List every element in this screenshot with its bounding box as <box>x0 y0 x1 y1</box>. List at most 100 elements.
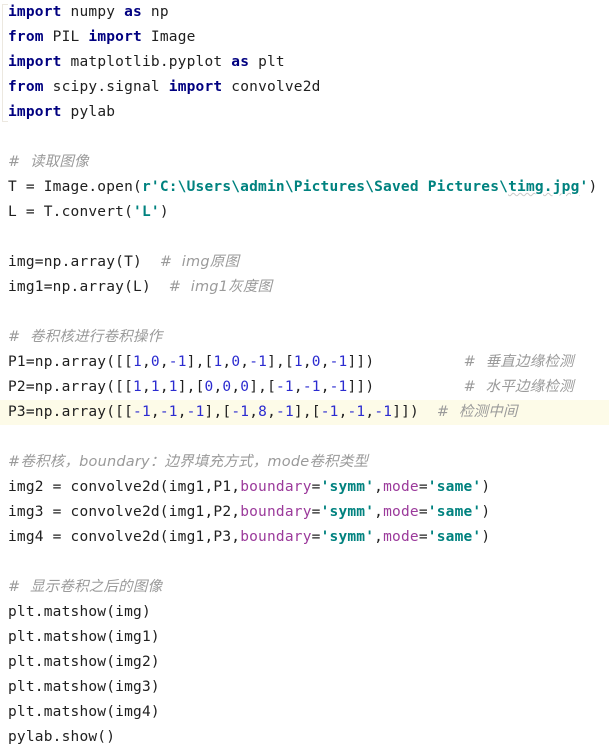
line8-path-string: r'C:\Users\admin\Pictures\Saved Pictures… <box>141 179 509 195</box>
line21-call: img3 = convolve2d(img1,P2, <box>8 504 241 520</box>
line30-code: pylab.show() <box>8 729 116 745</box>
code-line-2[interactable]: from PIL import Image <box>0 25 609 50</box>
line2-name: Image <box>141 29 196 45</box>
line17-gap <box>419 404 437 420</box>
line11-gap <box>142 254 160 270</box>
line16-code: P2=np.array([[1,1,1],[0,0,0],[-1,-1,-1]]… <box>8 379 375 395</box>
code-line-10-blank[interactable] <box>0 225 609 250</box>
code-editor[interactable]: import numpy as np from PIL import Image… <box>0 0 609 746</box>
code-line-19[interactable]: #卷积核，boundary：边界填充方式，mode卷积类型 <box>0 450 609 475</box>
comment-kernel-params: #卷积核，boundary：边界填充方式，mode卷积类型 <box>8 454 369 470</box>
line22-kwarg-boundary: boundary <box>240 529 312 545</box>
keyword-import: import <box>8 54 62 70</box>
line20-paren: ) <box>481 479 491 495</box>
keyword-import: import <box>88 29 142 45</box>
comment-convolution-kernel: # 卷积核进行卷积操作 <box>8 329 163 345</box>
line3-module: matplotlib.pyplot <box>61 54 232 70</box>
line29-code: plt.matshow(img4) <box>8 704 160 720</box>
line21-mode-value: 'same' <box>427 504 482 520</box>
line9-call: L = T.convert( <box>8 204 134 220</box>
line21-boundary-value: 'symm' <box>320 504 375 520</box>
line12-code: img1=np.array(L) <box>8 279 151 295</box>
line2-module: PIL <box>43 29 89 45</box>
line9-mode-string: 'L' <box>133 204 160 220</box>
code-line-8[interactable]: T = Image.open(r'C:\Users\admin\Pictures… <box>0 175 609 200</box>
line5-module: pylab <box>61 104 116 120</box>
keyword-import: import <box>8 4 62 20</box>
keyword-as: as <box>124 4 142 20</box>
line20-eq2: = <box>418 479 428 495</box>
code-line-14[interactable]: # 卷积核进行卷积操作 <box>0 325 609 350</box>
line27-code: plt.matshow(img2) <box>8 654 160 670</box>
line22-paren: ) <box>481 529 491 545</box>
line20-eq1: = <box>311 479 321 495</box>
code-line-6-blank[interactable] <box>0 125 609 150</box>
code-line-7[interactable]: # 读取图像 <box>0 150 609 175</box>
code-line-18-blank[interactable] <box>0 425 609 450</box>
code-line-20[interactable]: img2 = convolve2d(img1,P1,boundary='symm… <box>0 475 609 500</box>
line20-call: img2 = convolve2d(img1,P1, <box>8 479 241 495</box>
line21-kwarg-boundary: boundary <box>240 504 312 520</box>
code-line-21[interactable]: img3 = convolve2d(img1,P2,boundary='symm… <box>0 500 609 525</box>
code-line-25[interactable]: plt.matshow(img) <box>0 600 609 625</box>
code-line-30[interactable]: pylab.show() <box>0 725 609 750</box>
line26-code: plt.matshow(img1) <box>8 629 160 645</box>
line20-comma: , <box>374 479 384 495</box>
code-line-5[interactable]: import pylab <box>0 100 609 125</box>
comment-vertical-edge-detection: # 垂直边缘检测 <box>463 354 574 370</box>
keyword-from: from <box>8 29 44 45</box>
line20-kwarg-boundary: boundary <box>240 479 312 495</box>
line16-gap <box>374 379 463 395</box>
line8-call: T = Image.open( <box>8 179 142 195</box>
keyword-import: import <box>168 79 223 95</box>
line22-eq1: = <box>311 529 321 545</box>
line3-alias: plt <box>249 54 285 70</box>
code-line-17[interactable]: P3=np.array([[-1,-1,-1],[-1,8,-1],[-1,-1… <box>0 400 609 425</box>
code-content[interactable]: import numpy as np from PIL import Image… <box>0 0 609 750</box>
keyword-from: from <box>8 79 44 95</box>
line20-kwarg-mode: mode <box>383 479 419 495</box>
line8-paren: ) <box>588 179 598 195</box>
keyword-as: as <box>231 54 250 70</box>
line22-kwarg-mode: mode <box>383 529 419 545</box>
line8-filename: timg.jpg <box>508 179 580 195</box>
line15-code: P1=np.array([[1,0,-1],[1,0,-1],[1,0,-1]]… <box>8 354 375 370</box>
line21-eq2: = <box>418 504 428 520</box>
code-line-26[interactable]: plt.matshow(img1) <box>0 625 609 650</box>
line21-comma: , <box>374 504 384 520</box>
line15-gap <box>374 354 463 370</box>
line20-mode-value: 'same' <box>427 479 482 495</box>
line21-eq1: = <box>311 504 321 520</box>
code-line-24[interactable]: # 显示卷积之后的图像 <box>0 575 609 600</box>
line22-boundary-value: 'symm' <box>320 529 375 545</box>
code-line-15[interactable]: P1=np.array([[1,0,-1],[1,0,-1],[1,0,-1]]… <box>0 350 609 375</box>
line4-name: convolve2d <box>222 79 321 95</box>
line9-paren: ) <box>159 204 169 220</box>
line22-call: img4 = convolve2d(img1,P3, <box>8 529 241 545</box>
line4-module: scipy.signal <box>43 79 169 95</box>
line11-code: img=np.array(T) <box>8 254 142 270</box>
code-line-12[interactable]: img1=np.array(L) # img1灰度图 <box>0 275 609 300</box>
code-line-9[interactable]: L = T.convert('L') <box>0 200 609 225</box>
code-line-3[interactable]: import matplotlib.pyplot as plt <box>0 50 609 75</box>
line28-code: plt.matshow(img3) <box>8 679 160 695</box>
line21-paren: ) <box>481 504 491 520</box>
code-line-4[interactable]: from scipy.signal import convolve2d <box>0 75 609 100</box>
code-line-28[interactable]: plt.matshow(img3) <box>0 675 609 700</box>
line12-gap <box>151 279 169 295</box>
comment-read-image: # 读取图像 <box>8 154 89 170</box>
code-line-1[interactable]: import numpy as np <box>0 0 609 25</box>
code-line-11[interactable]: img=np.array(T) # img原图 <box>0 250 609 275</box>
code-line-13-blank[interactable] <box>0 300 609 325</box>
line22-mode-value: 'same' <box>427 529 482 545</box>
line22-eq2: = <box>418 529 428 545</box>
line1-alias: np <box>141 4 169 20</box>
line22-comma: , <box>374 529 384 545</box>
code-line-16[interactable]: P2=np.array([[1,1,1],[0,0,0],[-1,-1,-1]]… <box>0 375 609 400</box>
comment-img1-grayscale: # img1灰度图 <box>168 279 273 295</box>
code-line-29[interactable]: plt.matshow(img4) <box>0 700 609 725</box>
code-line-22[interactable]: img4 = convolve2d(img1,P3,boundary='symm… <box>0 525 609 550</box>
code-line-27[interactable]: plt.matshow(img2) <box>0 650 609 675</box>
line17-code: P3=np.array([[-1,-1,-1],[-1,8,-1],[-1,-1… <box>8 404 419 420</box>
code-line-23-blank[interactable] <box>0 550 609 575</box>
